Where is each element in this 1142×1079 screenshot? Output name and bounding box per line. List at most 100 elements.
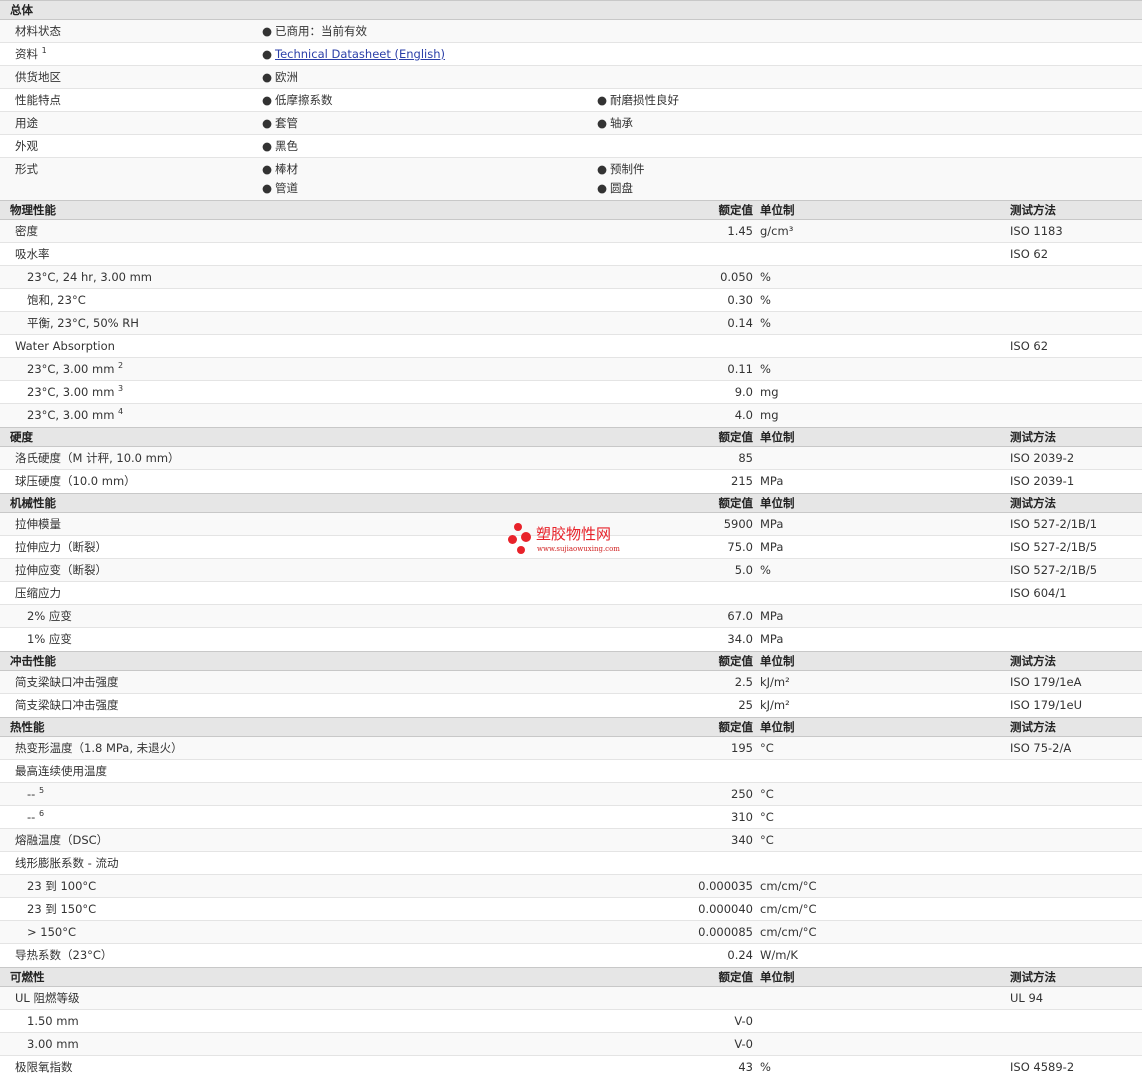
section-hardness: 硬度 额定值 单位制 测试方法 (0, 427, 1142, 447)
bullet-icon: ● (262, 47, 273, 61)
header-method: 测试方法 (1010, 496, 1056, 510)
row-value: 0.14 (727, 316, 753, 330)
header-nominal: 额定值 (718, 496, 754, 510)
section-title: 物理性能 (10, 203, 56, 217)
row-rockwell: 洛氏硬度（M 计秤, 10.0 mm） 85 ISO 2039-2 (0, 447, 1142, 470)
logo-dot-icon (514, 523, 522, 531)
header-unit: 单位制 (760, 654, 795, 668)
row-label: 23 到 150°C (27, 902, 97, 916)
section-impact: 冲击性能 额定值 单位制 测试方法 (0, 651, 1142, 671)
row-value: 4.0 (734, 408, 753, 422)
row-method: ISO 527-2/1B/5 (1010, 563, 1098, 577)
header-method: 测试方法 (1010, 203, 1056, 217)
row-label: 压缩应力 (15, 586, 61, 600)
row-method: ISO 1183 (1010, 224, 1063, 238)
row-label: UL 阻燃等级 (15, 991, 80, 1005)
row-value: 预制件 (610, 162, 645, 176)
row-unit: % (760, 362, 771, 376)
row-max-use-1: -- 5 250 °C (0, 783, 1142, 806)
row-label: 形式 (15, 162, 38, 176)
row-clte-3: > 150°C 0.000085 cm/cm/°C (0, 921, 1142, 944)
row-ul-2: 3.00 mm V-0 (0, 1033, 1142, 1056)
row-ul-1: 1.50 mm V-0 (0, 1010, 1142, 1033)
row-label: 资料 1 (15, 46, 47, 61)
row-value: 25 (738, 698, 753, 712)
header-unit: 单位制 (760, 496, 795, 510)
row-region: 供货地区 ● 欧洲 (0, 66, 1142, 89)
row-value: 34.0 (727, 632, 753, 646)
row-ul-rating: UL 阻燃等级 UL 94 (0, 987, 1142, 1010)
row-value: 2.5 (734, 675, 753, 689)
logo-dot-icon (508, 535, 517, 544)
row-method: ISO 527-2/1B/5 (1010, 540, 1098, 554)
header-nominal: 额定值 (718, 720, 754, 734)
row-value: 圆盘 (610, 181, 633, 195)
row-unit: °C (760, 741, 774, 755)
row-unit: °C (760, 787, 774, 801)
row-method: ISO 75-2/A (1010, 741, 1072, 755)
row-value: 195 (731, 741, 753, 755)
row-material-status: 材料状态 ● 已商用：当前有效 (0, 20, 1142, 43)
header-nominal: 额定值 (718, 654, 754, 668)
row-value: 9.0 (734, 385, 753, 399)
row-method: ISO 2039-2 (1010, 451, 1075, 465)
row-value: 套管 (275, 116, 298, 130)
row-label: 性能特点 (15, 93, 61, 107)
row-unit: °C (760, 810, 774, 824)
row-label: 23°C, 3.00 mm 4 (27, 407, 124, 422)
bullet-icon: ● (262, 116, 273, 130)
row-charpy-unnotched: 简支梁缺口冲击强度 25 kJ/m² ISO 179/1eU (0, 694, 1142, 717)
section-title: 总体 (10, 3, 33, 17)
row-label: -- 5 (27, 786, 45, 801)
row-unit: mg (760, 408, 779, 422)
row-forms: 形式 ● 棒材 ● 预制件 ● 管道 ● 圆盘 (0, 158, 1142, 200)
row-label: 2% 应变 (27, 609, 72, 623)
row-method: ISO 179/1eU (1010, 698, 1083, 712)
row-label: 1% 应变 (27, 632, 72, 646)
row-unit: MPa (760, 540, 784, 554)
row-features: 性能特点 ● 低摩擦系数 ● 耐磨损性良好 (0, 89, 1142, 112)
header-method: 测试方法 (1010, 430, 1056, 444)
row-unit: % (760, 270, 771, 284)
section-flammability: 可燃性 额定值 单位制 测试方法 (0, 967, 1142, 987)
header-nominal: 额定值 (718, 203, 754, 217)
header-unit: 单位制 (760, 970, 795, 984)
row-method: ISO 604/1 (1010, 586, 1067, 600)
row-label: 简支梁缺口冲击强度 (15, 698, 119, 712)
row-value: 310 (731, 810, 753, 824)
row-value: 43 (738, 1060, 753, 1074)
row-value: V-0 (734, 1014, 753, 1028)
row-label: 拉伸模量 (15, 517, 61, 531)
row-label: 密度 (15, 224, 38, 238)
bullet-icon: ● (262, 139, 273, 153)
row-value: 340 (731, 833, 753, 847)
row-value: 0.050 (720, 270, 753, 284)
row-unit: cm/cm/°C (760, 879, 817, 893)
row-unit: mg (760, 385, 779, 399)
row-tensile-strain: 拉伸应变（断裂） 5.0 % ISO 527-2/1B/5 (0, 559, 1142, 582)
row-thermal-conductivity: 导热系数（23°C） 0.24 W/m/K (0, 944, 1142, 967)
row-method: ISO 62 (1010, 247, 1049, 261)
row-value: 5.0 (734, 563, 753, 577)
row-label: 吸水率 (15, 247, 50, 261)
header-method: 测试方法 (1010, 654, 1056, 668)
row-method: ISO 527-2/1B/1 (1010, 517, 1098, 531)
watermark-url: www.sujiaowuxing.com (537, 545, 620, 553)
row-label: 拉伸应变（断裂） (15, 563, 107, 577)
row-absorption-24hr: 23°C, 24 hr, 3.00 mm 0.050 % (0, 266, 1142, 289)
row-unit: W/m/K (760, 948, 798, 962)
row-label: 洛氏硬度（M 计秤, 10.0 mm） (15, 451, 180, 465)
bullet-icon: ● (262, 181, 273, 195)
row-appearance: 外观 ● 黑色 (0, 135, 1142, 158)
bullet-icon: ● (597, 181, 608, 195)
section-title: 热性能 (10, 720, 45, 734)
row-label: > 150°C (27, 925, 77, 939)
row-method: ISO 179/1eA (1010, 675, 1082, 689)
bullet-icon: ● (262, 70, 273, 84)
bullet-icon: ● (597, 162, 608, 176)
row-melt-temp: 熔融温度（DSC） 340 °C (0, 829, 1142, 852)
row-water-absorption-1: 23°C, 3.00 mm 2 0.11 % (0, 358, 1142, 381)
row-water-absorption: Water Absorption ISO 62 (0, 335, 1142, 358)
row-value: 0.30 (727, 293, 753, 307)
technical-datasheet-link[interactable]: Technical Datasheet (English) (275, 44, 445, 64)
